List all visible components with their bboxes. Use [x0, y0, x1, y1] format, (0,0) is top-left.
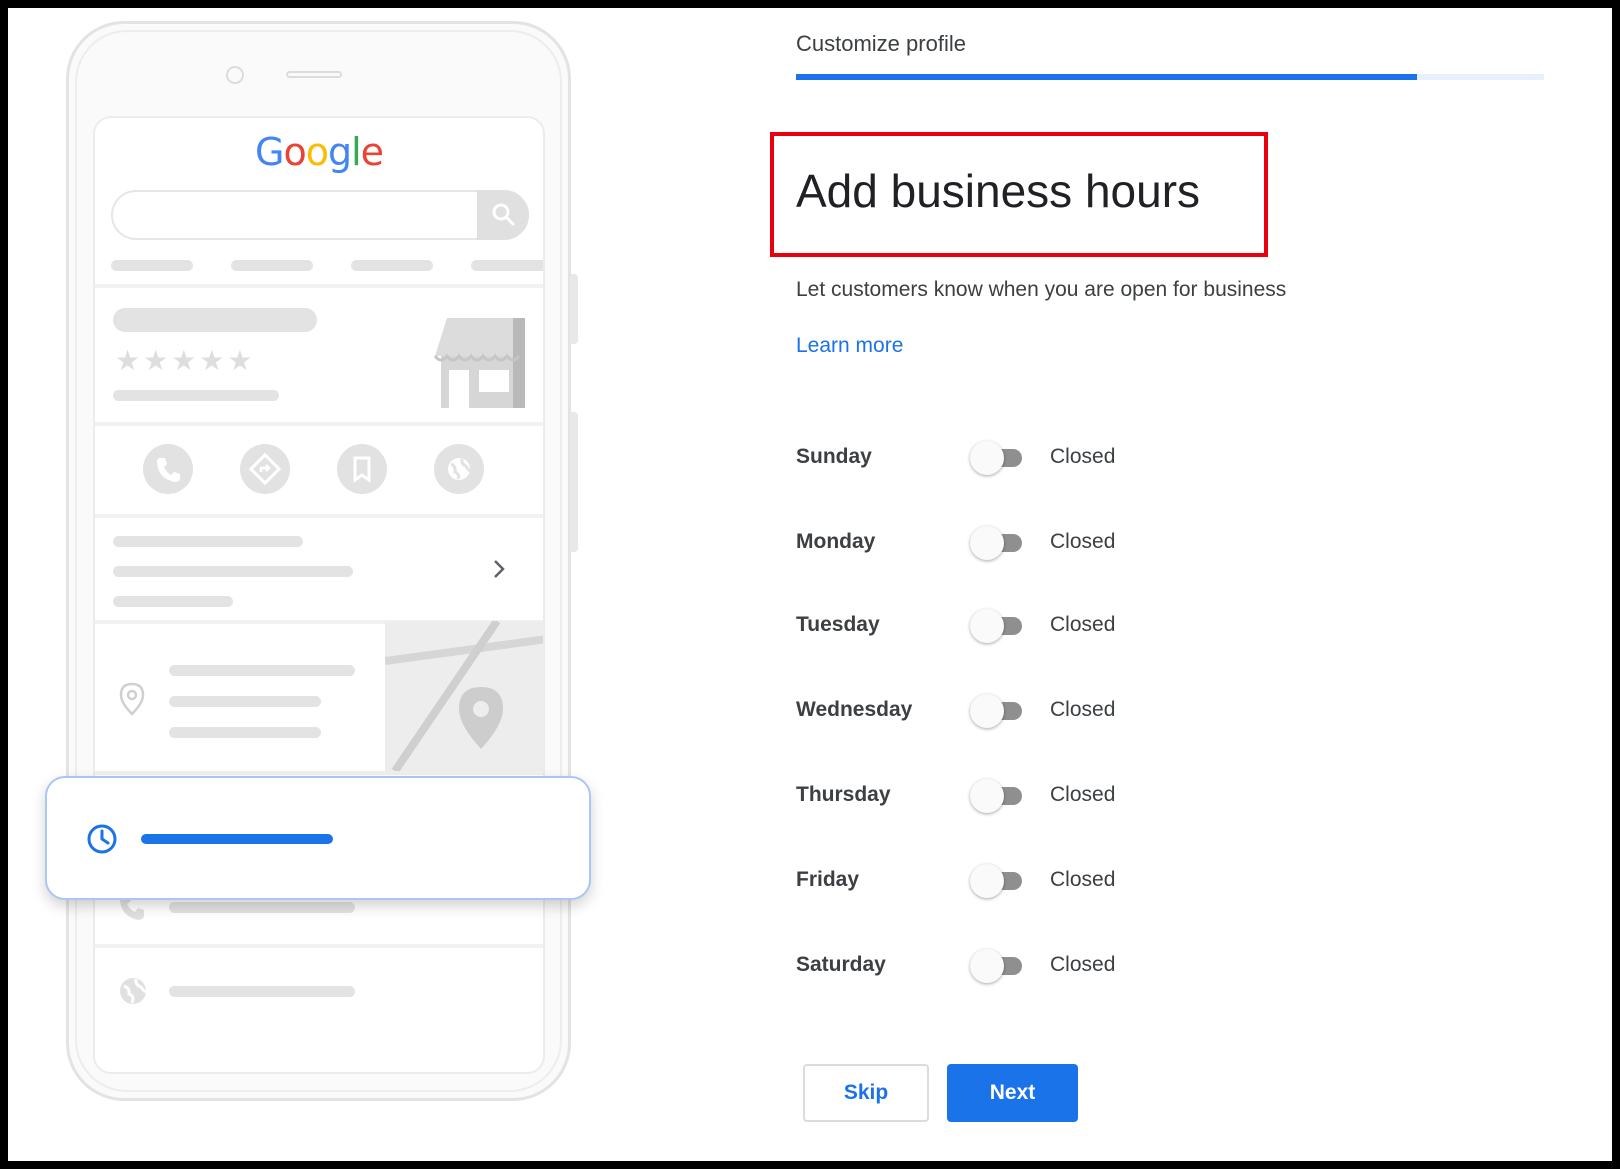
bookmark-icon	[337, 444, 387, 494]
next-button[interactable]: Next	[947, 1064, 1078, 1122]
status-label: Closed	[1050, 868, 1116, 891]
logo-letter: g	[327, 130, 352, 174]
open-toggle-saturday[interactable]	[970, 949, 1026, 983]
toggle-thumb	[970, 779, 1004, 813]
business-name-placeholder	[113, 308, 317, 332]
logo-letter: l	[351, 130, 362, 174]
divider	[95, 514, 543, 518]
phone-side-button	[570, 274, 578, 344]
rating-stars-icon: ★★★★★	[115, 345, 256, 376]
day-label: Sunday	[796, 445, 872, 468]
day-row-wednesday: Wednesday Closed	[796, 690, 1196, 730]
day-row-saturday: Saturday Closed	[796, 945, 1196, 985]
status-label: Closed	[1050, 445, 1116, 468]
clock-icon	[87, 824, 117, 854]
toggle-thumb	[970, 441, 1004, 475]
phone-camera-icon	[226, 66, 244, 84]
toggle-thumb	[970, 526, 1004, 560]
day-label: Saturday	[796, 953, 886, 976]
phone-screen: Google ★★★★★	[93, 116, 545, 1074]
phone-illustration: Google ★★★★★	[66, 21, 578, 1101]
globe-icon	[434, 444, 484, 494]
placeholder-line	[351, 260, 433, 271]
page-subtitle: Let customers know when you are open for…	[796, 278, 1287, 301]
preview-search-bar	[111, 190, 529, 240]
day-row-monday: Monday Closed	[796, 522, 1196, 562]
open-toggle-friday[interactable]	[970, 864, 1026, 898]
toggle-thumb	[970, 609, 1004, 643]
placeholder-line	[169, 727, 321, 738]
placeholder-line	[169, 696, 321, 707]
progress-bar-fill	[796, 74, 1417, 80]
divider	[95, 771, 543, 775]
day-label: Tuesday	[796, 613, 880, 636]
day-label: Friday	[796, 868, 860, 891]
phone-side-button	[570, 412, 578, 552]
open-toggle-monday[interactable]	[970, 526, 1026, 560]
toggle-thumb	[970, 949, 1004, 983]
day-row-tuesday: Tuesday Closed	[796, 605, 1196, 645]
toggle-thumb	[970, 694, 1004, 728]
day-row-friday: Friday Closed	[796, 860, 1196, 900]
directions-icon	[240, 444, 290, 494]
status-label: Closed	[1050, 953, 1116, 976]
placeholder-line	[113, 566, 353, 577]
hours-placeholder-bar	[141, 834, 333, 844]
open-toggle-thursday[interactable]	[970, 779, 1026, 813]
storefront-icon	[433, 318, 525, 408]
logo-letter: G	[254, 130, 284, 174]
placeholder-line	[169, 665, 355, 676]
logo-letter: o	[305, 130, 329, 174]
placeholder-line	[169, 902, 355, 913]
placeholder-line	[231, 260, 313, 271]
google-logo: Google	[95, 130, 543, 174]
placeholder-line	[113, 596, 233, 607]
open-toggle-tuesday[interactable]	[970, 609, 1026, 643]
divider	[95, 284, 543, 288]
open-toggle-wednesday[interactable]	[970, 694, 1026, 728]
skip-button[interactable]: Skip	[803, 1064, 929, 1122]
divider	[95, 944, 543, 948]
page-frame: Google ★★★★★ Customize profile Add busin…	[8, 8, 1612, 1161]
map-thumbnail	[385, 621, 543, 771]
divider	[95, 422, 543, 426]
placeholder-line	[113, 536, 303, 547]
status-label: Closed	[1050, 530, 1116, 553]
day-label: Thursday	[796, 783, 891, 806]
placeholder-line	[169, 986, 355, 997]
status-label: Closed	[1050, 613, 1116, 636]
status-label: Closed	[1050, 698, 1116, 721]
status-label: Closed	[1050, 783, 1116, 806]
logo-letter: e	[360, 130, 384, 174]
page-title: Add business hours	[796, 165, 1201, 217]
toggle-thumb	[970, 864, 1004, 898]
placeholder-line	[111, 260, 193, 271]
step-title: Customize profile	[796, 31, 966, 56]
logo-letter: o	[283, 130, 306, 174]
globe-icon	[120, 978, 147, 1004]
chevron-right-icon	[494, 560, 505, 578]
open-toggle-sunday[interactable]	[970, 441, 1026, 475]
phone-speaker	[286, 71, 342, 78]
hours-preview-card	[45, 776, 591, 900]
phone-icon	[143, 444, 193, 494]
day-row-sunday: Sunday Closed	[796, 437, 1196, 477]
placeholder-line	[471, 260, 543, 271]
day-label: Monday	[796, 530, 876, 553]
location-pin-icon	[119, 682, 145, 716]
day-label: Wednesday	[796, 698, 913, 721]
learn-more-link[interactable]: Learn more	[796, 334, 903, 358]
day-row-thursday: Thursday Closed	[796, 775, 1196, 815]
placeholder-line	[113, 390, 279, 401]
progress-bar	[796, 74, 1544, 80]
search-icon	[477, 190, 529, 240]
